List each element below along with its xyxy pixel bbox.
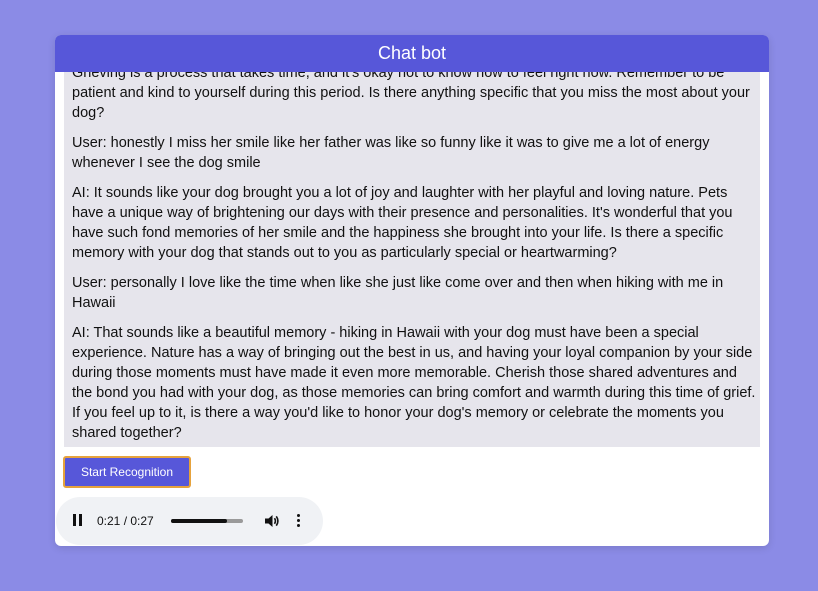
chat-message: AI: That sounds like a beautiful memory … (72, 325, 756, 441)
pause-icon[interactable] (72, 514, 84, 528)
more-options-icon[interactable] (296, 513, 302, 529)
chat-title: Chat bot (377, 43, 447, 63)
audio-progress-bar[interactable] (171, 519, 243, 523)
audio-progress-fill (171, 519, 227, 523)
start-recognition-button[interactable]: Start Recognition (63, 456, 191, 488)
chat-message: Grieving is a process that takes time, a… (72, 72, 750, 121)
audio-player: 0:21 / 0:27 (56, 497, 323, 545)
chat-message: AI: It sounds like your dog brought you … (72, 185, 733, 261)
chat-card: Chat bot Grieving is a process that take… (55, 35, 769, 546)
chat-message: User: personally I love like the time wh… (72, 275, 724, 311)
chat-header: Chat bot (55, 35, 769, 72)
audio-time-display: 0:21 / 0:27 (97, 514, 154, 528)
chat-message: User: honestly I miss her smile like her… (72, 135, 710, 171)
chat-log[interactable]: Grieving is a process that takes time, a… (64, 72, 760, 447)
volume-icon[interactable] (263, 512, 281, 530)
